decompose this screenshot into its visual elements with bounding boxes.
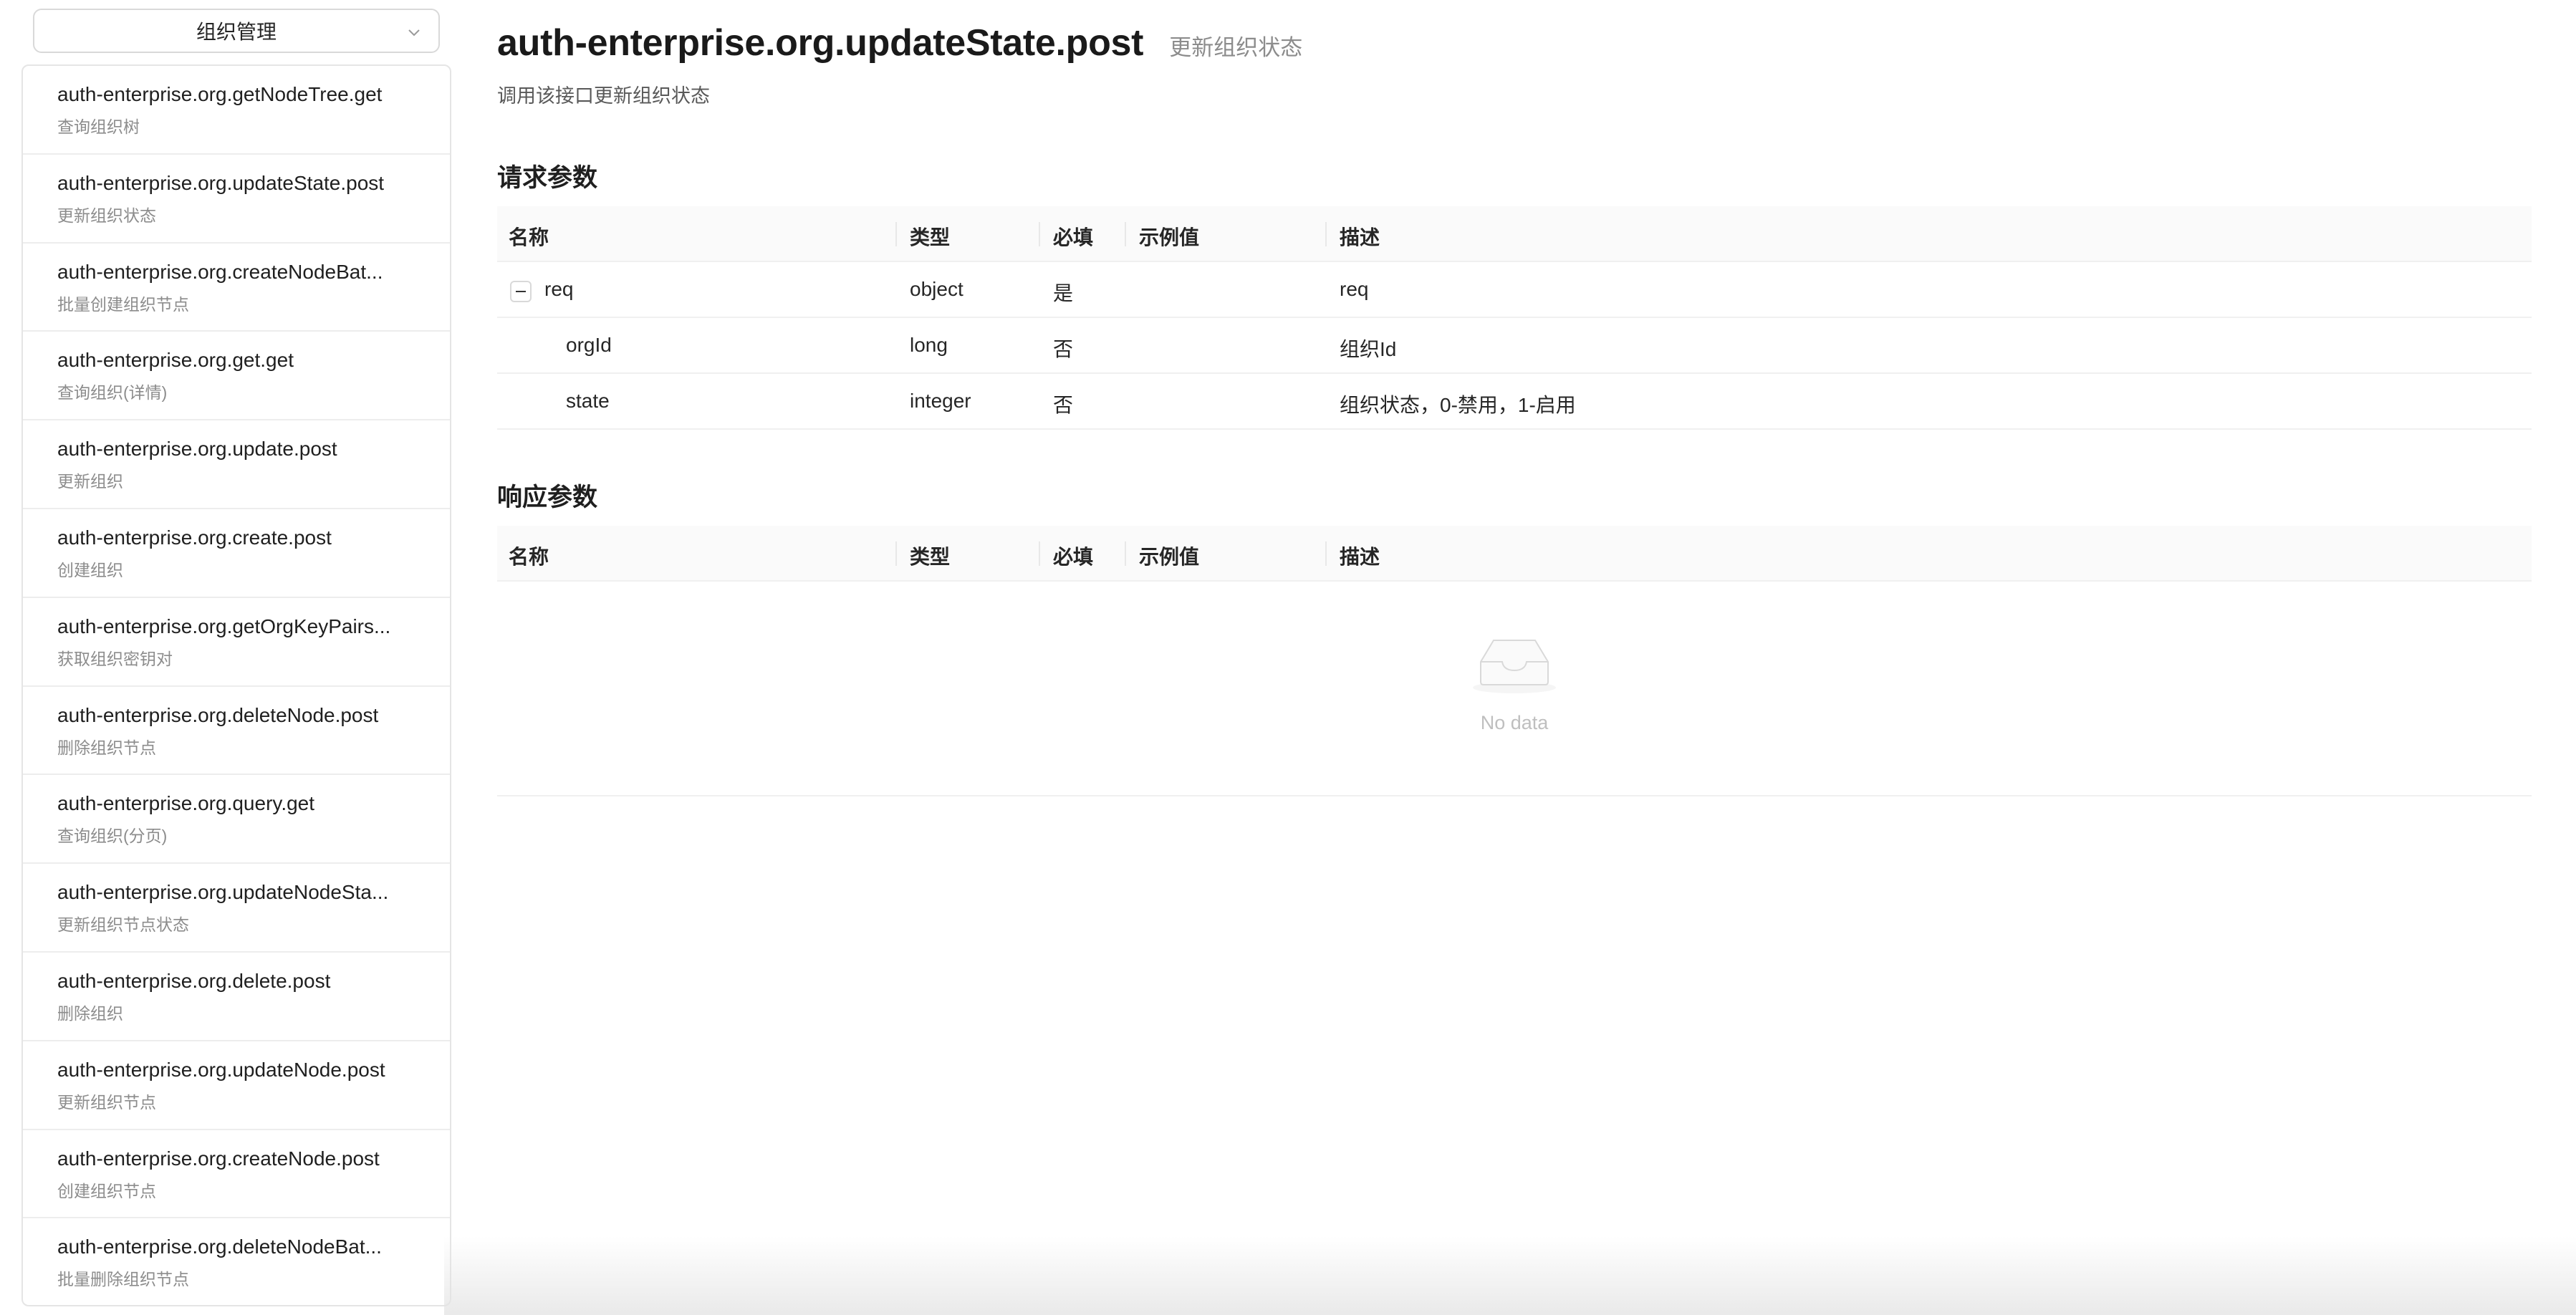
page-title: auth-enterprise.org.updateState.post xyxy=(497,22,1144,64)
cell-required: 否 xyxy=(1053,394,1074,416)
list-item-subtitle: 更新组织状态 xyxy=(57,206,156,225)
list-item-title: auth-enterprise.org.get.get xyxy=(57,349,294,372)
list-item-subtitle: 创建组织 xyxy=(57,560,123,579)
list-item-subtitle: 更新组织节点 xyxy=(57,1092,156,1112)
column-divider xyxy=(1039,541,1040,566)
list-item[interactable]: auth-enterprise.org.deleteNodeBat... 批量删… xyxy=(23,1218,450,1305)
response-table: 名称 类型 必填 示例值 描述 No data xyxy=(497,526,2532,796)
list-item-title: auth-enterprise.org.update.post xyxy=(57,438,337,461)
column-header-description: 描述 xyxy=(1340,546,1380,568)
list-item-title: auth-enterprise.org.updateState.post xyxy=(57,171,385,194)
table-row: req object 是 req xyxy=(497,262,2532,318)
bottom-scroll-shadow xyxy=(444,1236,2576,1315)
page: 组织管理 auth-enterprise.org.getNodeTree.get… xyxy=(0,0,2576,1315)
list-item-title: auth-enterprise.org.getNodeTree.get xyxy=(57,83,383,105)
column-header-type: 类型 xyxy=(910,546,951,568)
cell-type: long xyxy=(910,334,948,356)
column-header-description: 描述 xyxy=(1340,226,1380,249)
column-header-required: 必填 xyxy=(1053,226,1094,249)
list-item[interactable]: auth-enterprise.org.get.get 查询组织(详情) xyxy=(23,332,450,421)
cell-required: 是 xyxy=(1053,282,1074,304)
table-header: 名称 类型 必填 示例值 描述 xyxy=(497,206,2532,262)
column-header-name: 名称 xyxy=(509,546,549,568)
list-item[interactable]: auth-enterprise.org.create.post 创建组织 xyxy=(23,509,450,598)
cell-type: object xyxy=(910,278,963,300)
list-item-subtitle: 删除组织 xyxy=(57,1003,123,1023)
list-item-title: auth-enterprise.org.updateNodeSta... xyxy=(57,881,389,904)
list-item[interactable]: auth-enterprise.org.getOrgKeyPairs... 获取… xyxy=(23,598,450,687)
title-row: auth-enterprise.org.updateState.post 更新组… xyxy=(497,21,1302,64)
list-item-title: auth-enterprise.org.deleteNodeBat... xyxy=(57,1235,382,1258)
list-item-subtitle: 查询组织树 xyxy=(57,117,140,136)
list-item[interactable]: auth-enterprise.org.updateNode.post 更新组织… xyxy=(23,1041,450,1130)
list-item-subtitle: 查询组织(分页) xyxy=(57,827,168,846)
list-item-title: auth-enterprise.org.getOrgKeyPairs... xyxy=(57,615,391,637)
cell-type: integer xyxy=(910,390,971,412)
cell-name: state xyxy=(566,390,610,412)
list-item[interactable]: auth-enterprise.org.update.post 更新组织 xyxy=(23,420,450,509)
category-select-value: 组织管理 xyxy=(196,21,277,43)
column-divider xyxy=(1039,222,1040,246)
page-description: 调用该接口更新组织状态 xyxy=(497,85,710,107)
column-divider xyxy=(1325,541,1327,566)
list-item-title: auth-enterprise.org.createNodeBat... xyxy=(57,260,383,283)
list-item-title: auth-enterprise.org.updateNode.post xyxy=(57,1058,385,1081)
chevron-down-icon xyxy=(405,23,423,40)
column-header-example: 示例值 xyxy=(1139,226,1200,249)
api-list: auth-enterprise.org.getNodeTree.get 查询组织… xyxy=(21,64,451,1306)
list-item-subtitle: 创建组织节点 xyxy=(57,1181,156,1200)
table-header: 名称 类型 必填 示例值 描述 xyxy=(497,526,2532,582)
list-item[interactable]: auth-enterprise.org.deleteNode.post 删除组织… xyxy=(23,687,450,776)
list-item[interactable]: auth-enterprise.org.createNodeBat... 批量创… xyxy=(23,244,450,332)
list-item[interactable]: auth-enterprise.org.query.get 查询组织(分页) xyxy=(23,775,450,864)
list-item-subtitle: 更新组织节点状态 xyxy=(57,915,189,935)
cell-description: 组织Id xyxy=(1340,338,1397,360)
column-divider xyxy=(1325,222,1327,246)
list-item-title: auth-enterprise.org.delete.post xyxy=(57,969,331,992)
list-item[interactable]: auth-enterprise.org.updateState.post 更新组… xyxy=(23,155,450,244)
list-item-subtitle: 批量删除组织节点 xyxy=(57,1270,189,1289)
list-item-title: auth-enterprise.org.create.post xyxy=(57,526,332,549)
request-section-title: 请求参数 xyxy=(497,164,598,192)
list-item-subtitle: 删除组织节点 xyxy=(57,738,156,757)
list-item-subtitle: 批量创建组织节点 xyxy=(57,294,189,314)
category-select[interactable]: 组织管理 xyxy=(33,9,440,53)
page-subtitle: 更新组织状态 xyxy=(1169,35,1303,60)
collapse-row-button[interactable] xyxy=(510,281,532,302)
column-divider xyxy=(895,541,897,566)
request-table: 名称 类型 必填 示例值 描述 req object 是 req orgId l… xyxy=(497,206,2532,430)
list-item-subtitle: 查询组织(详情) xyxy=(57,383,168,403)
column-header-type: 类型 xyxy=(910,226,951,249)
column-header-required: 必填 xyxy=(1053,546,1094,568)
cell-description: req xyxy=(1340,278,1369,300)
list-item-subtitle: 获取组织密钥对 xyxy=(57,649,173,668)
sidebar: 组织管理 auth-enterprise.org.getNodeTree.get… xyxy=(0,0,458,1315)
response-section-title: 响应参数 xyxy=(497,483,598,511)
cell-required: 否 xyxy=(1053,338,1074,360)
empty-state: No data xyxy=(497,582,2532,796)
cell-description: 组织状态，0-禁用，1-启用 xyxy=(1340,394,1576,416)
empty-state-text: No data xyxy=(1480,712,1549,733)
list-item[interactable]: auth-enterprise.org.updateNodeSta... 更新组… xyxy=(23,864,450,953)
table-row: orgId long 否 组织Id xyxy=(497,318,2532,374)
column-divider xyxy=(1125,222,1126,246)
list-item[interactable]: auth-enterprise.org.getNodeTree.get 查询组织… xyxy=(23,66,450,155)
cell-name: orgId xyxy=(566,334,612,356)
list-item[interactable]: auth-enterprise.org.delete.post 删除组织 xyxy=(23,953,450,1041)
column-header-example: 示例值 xyxy=(1139,546,1200,568)
column-divider xyxy=(1125,541,1126,566)
list-item-title: auth-enterprise.org.query.get xyxy=(57,792,315,815)
column-header-name: 名称 xyxy=(509,226,549,249)
list-item-title: auth-enterprise.org.deleteNode.post xyxy=(57,703,379,726)
table-row: state integer 否 组织状态，0-禁用，1-启用 xyxy=(497,374,2532,430)
empty-inbox-icon xyxy=(1468,632,1561,696)
column-divider xyxy=(895,222,897,246)
list-item-subtitle: 更新组织 xyxy=(57,472,123,491)
list-item[interactable]: auth-enterprise.org.createNode.post 创建组织… xyxy=(23,1130,450,1219)
cell-name: req xyxy=(544,278,574,300)
list-item-title: auth-enterprise.org.createNode.post xyxy=(57,1147,380,1170)
